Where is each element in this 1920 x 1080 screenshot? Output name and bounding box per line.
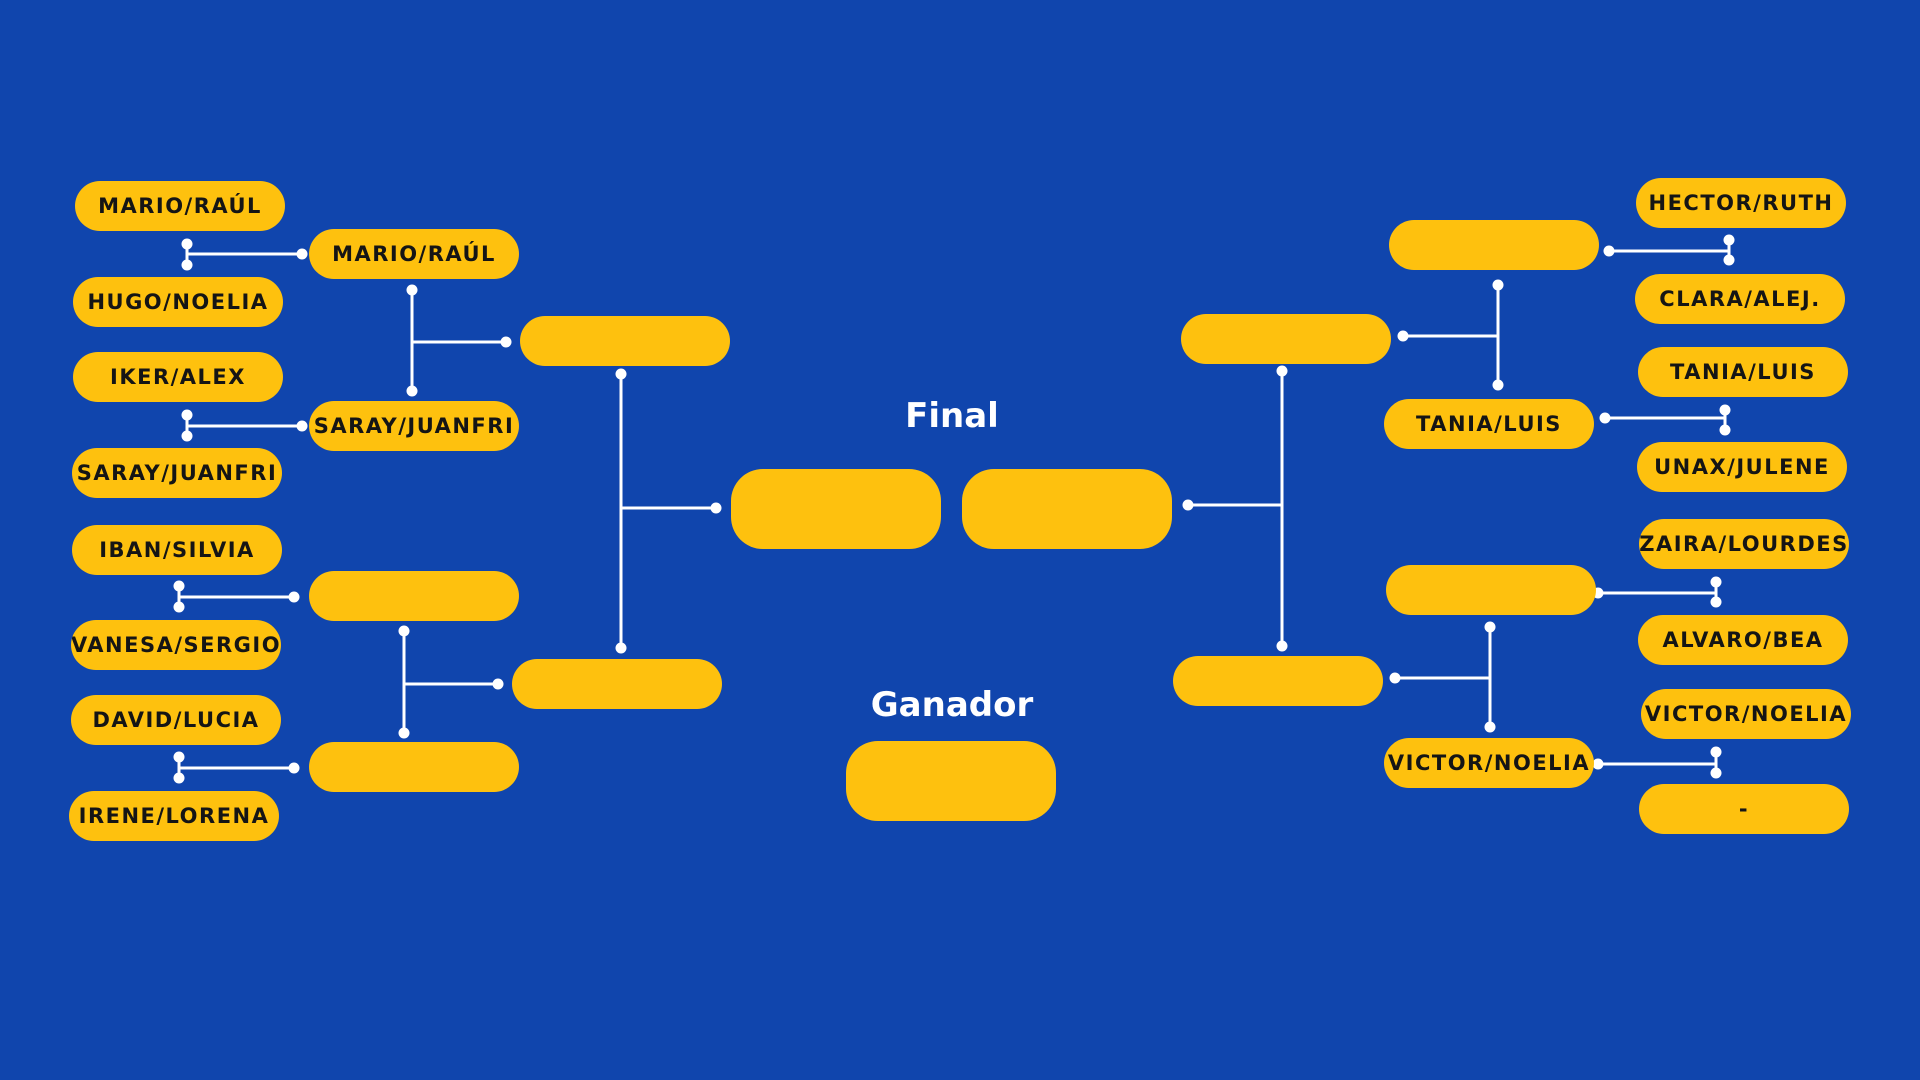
connector-dot — [296, 248, 308, 260]
connector-dot — [1276, 365, 1288, 377]
left-semifinal-slot — [512, 659, 722, 709]
connector-dot — [398, 625, 410, 637]
right-r2-team — [1386, 565, 1596, 615]
winner-heading: Ganador — [870, 685, 1034, 725]
right-r1-team: VICTOR/NOELIA — [1641, 689, 1851, 739]
connector-dot — [1389, 672, 1401, 684]
right-r1-team: TANIA/LUIS — [1638, 347, 1848, 397]
connector-dot — [1719, 404, 1731, 416]
connector-dot — [1723, 234, 1735, 246]
right-r1-team: - — [1639, 784, 1849, 834]
connector-dot — [173, 772, 185, 784]
connector-dot — [1492, 379, 1504, 391]
right-r2-team — [1389, 220, 1599, 270]
connector-dot — [615, 368, 627, 380]
bracket-connectors — [173, 234, 1735, 784]
connector-dot — [398, 727, 410, 739]
connector-dot — [1710, 596, 1722, 608]
connector-dot — [492, 678, 504, 690]
connector-dot — [1492, 279, 1504, 291]
connector-dot — [1723, 254, 1735, 266]
left-r1-team: IBAN/SILVIA — [72, 525, 282, 575]
left-r2-team — [309, 571, 519, 621]
connector-dot — [288, 762, 300, 774]
left-r2-team: MARIO/RAÚL — [309, 229, 519, 279]
connector-dot — [500, 336, 512, 348]
left-r1-team: IKER/ALEX — [73, 352, 283, 402]
right-r1-team: CLARA/ALEJ. — [1635, 274, 1845, 324]
right-r2-team: TANIA/LUIS — [1384, 399, 1594, 449]
connector-dot — [181, 409, 193, 421]
connector-dot — [288, 591, 300, 603]
left-r2-team — [309, 742, 519, 792]
final-heading: Final — [905, 396, 999, 436]
left-r1-team: HUGO/NOELIA — [73, 277, 283, 327]
connector-dot — [1276, 640, 1288, 652]
connector-dot — [710, 502, 722, 514]
right-r1-team: UNAX/JULENE — [1637, 442, 1847, 492]
connector-dot — [173, 580, 185, 592]
connector-dot — [1592, 758, 1604, 770]
connector-dot — [1710, 767, 1722, 779]
left-r1-team: VANESA/SERGIO — [71, 620, 281, 670]
connector-dot — [1182, 499, 1194, 511]
left-r1-team: DAVID/LUCIA — [71, 695, 281, 745]
left-r1-team: SARAY/JUANFRI — [72, 448, 282, 498]
right-finalist-slot — [962, 469, 1172, 549]
connector-dot — [1710, 576, 1722, 588]
right-r2-team: VICTOR/NOELIA — [1384, 738, 1594, 788]
connector-dot — [406, 385, 418, 397]
winner-slot — [846, 741, 1056, 821]
connector-dot — [1397, 330, 1409, 342]
connector-dot — [1484, 721, 1496, 733]
connector-dot — [181, 259, 193, 271]
connector-dot — [173, 751, 185, 763]
connector-dot — [173, 601, 185, 613]
right-semifinal-slot — [1181, 314, 1391, 364]
connector-dot — [181, 238, 193, 250]
connector-dot — [1599, 412, 1611, 424]
connector-dot — [181, 430, 193, 442]
connector-dot — [615, 642, 627, 654]
left-r1-team: IRENE/LORENA — [69, 791, 279, 841]
connector-dot — [296, 420, 308, 432]
right-r1-team: ALVARO/BEA — [1638, 615, 1848, 665]
right-semifinal-slot — [1173, 656, 1383, 706]
connector-dot — [1484, 621, 1496, 633]
connector-dot — [1603, 245, 1615, 257]
connector-dot — [406, 284, 418, 296]
right-r1-team: HECTOR/RUTH — [1636, 178, 1846, 228]
left-finalist-slot — [731, 469, 941, 549]
connector-dot — [1719, 424, 1731, 436]
left-r2-team: SARAY/JUANFRI — [309, 401, 519, 451]
left-r1-team: MARIO/RAÚL — [75, 181, 285, 231]
connector-dot — [1710, 746, 1722, 758]
right-r1-team: ZAIRA/LOURDES — [1639, 519, 1849, 569]
left-semifinal-slot — [520, 316, 730, 366]
